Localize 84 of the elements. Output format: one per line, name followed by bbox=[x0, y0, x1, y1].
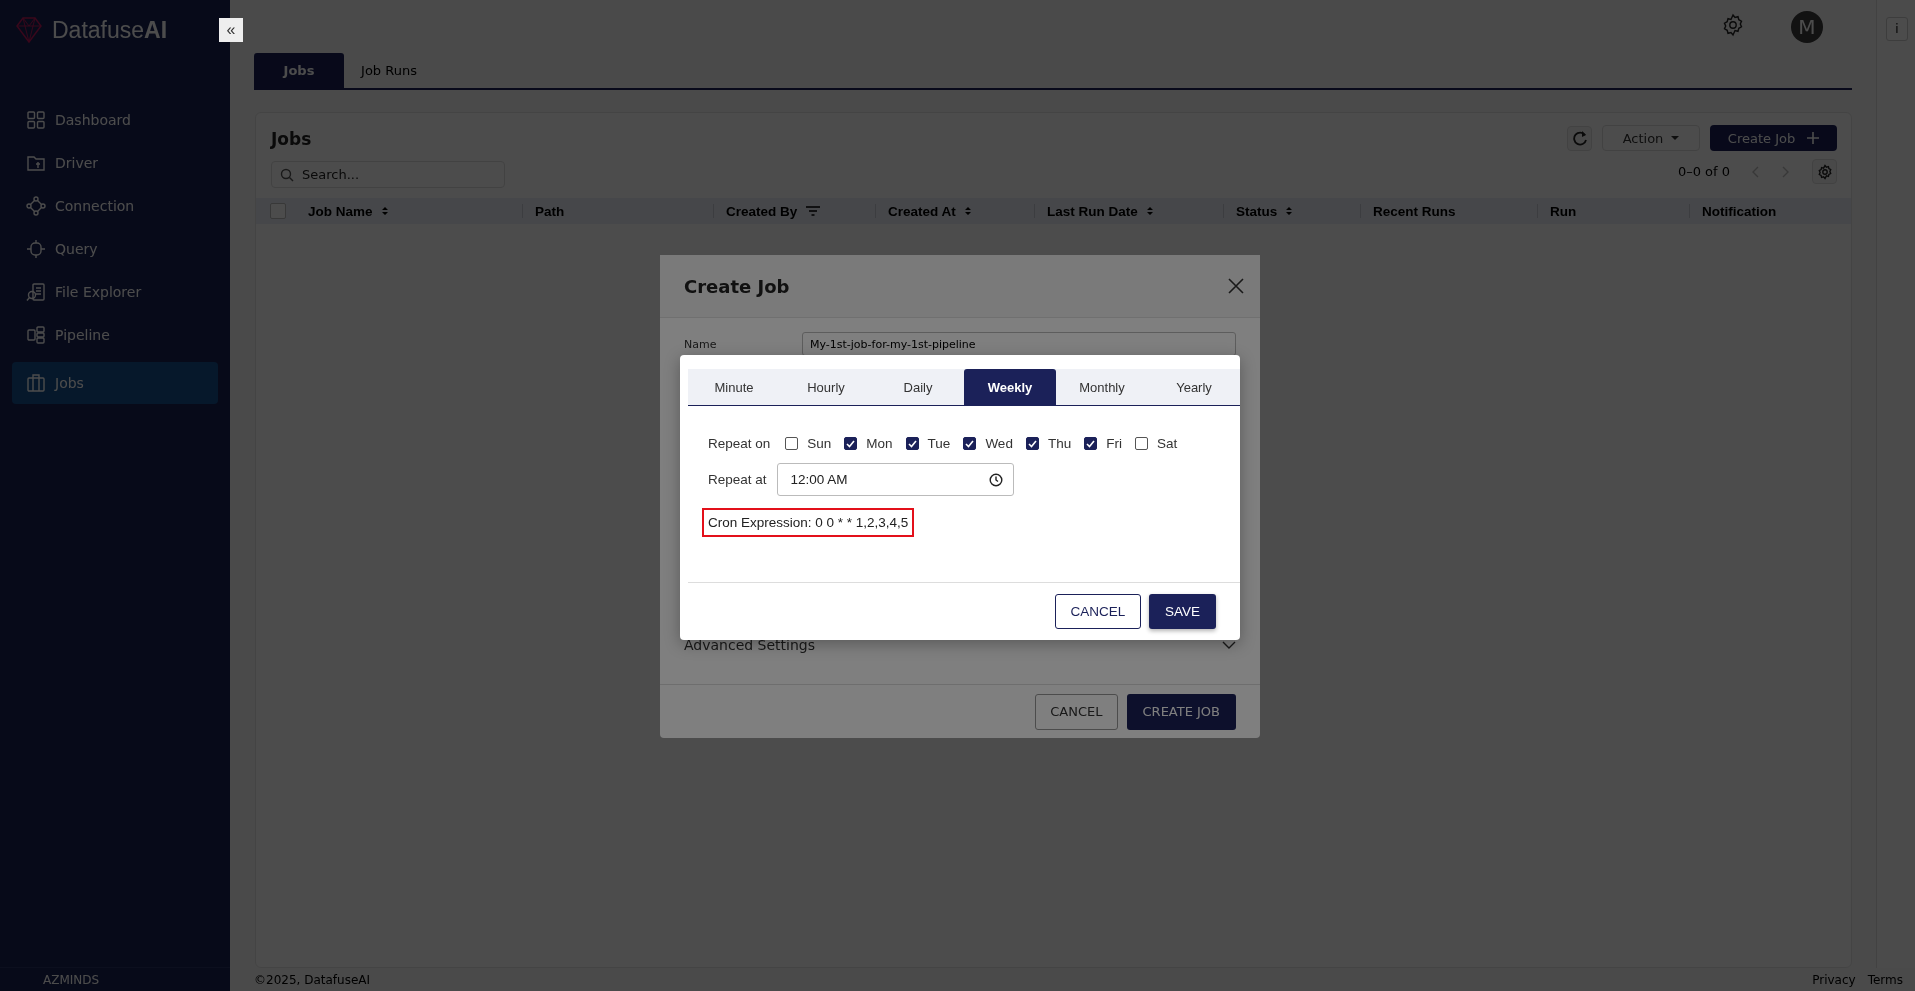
caret-icon bbox=[1671, 136, 1680, 140]
field-label: Name bbox=[684, 337, 718, 351]
action-dropdown[interactable]: Action bbox=[1602, 125, 1700, 151]
pagination-info: 0–0 of 0 bbox=[1677, 164, 1730, 179]
sidebar-item[interactable]: Query bbox=[12, 233, 218, 265]
sidebar-item[interactable]: File Explorer bbox=[12, 276, 218, 308]
column-header[interactable]: Path bbox=[535, 203, 565, 219]
column-header[interactable]: Created At bbox=[888, 203, 956, 219]
sidebar-item[interactable]: Jobs bbox=[12, 362, 218, 404]
sidebar-item[interactable]: Dashboard bbox=[12, 104, 218, 136]
tab[interactable]: Monthly bbox=[1056, 369, 1148, 405]
checkbox[interactable] bbox=[1025, 437, 1039, 450]
create-job-button[interactable]: CREATE JOB bbox=[1126, 693, 1236, 730]
blocks-icon bbox=[26, 325, 46, 345]
search-field[interactable]: Search... bbox=[271, 161, 505, 188]
column-header[interactable]: Run bbox=[1550, 203, 1577, 219]
checkbox-label: Wed bbox=[985, 436, 1013, 451]
tab[interactable]: Weekly bbox=[964, 369, 1056, 405]
checkbox-label: Sun bbox=[807, 436, 832, 451]
checkbox-label: Mon bbox=[866, 436, 893, 451]
brand-logo: DatafuseAI bbox=[52, 16, 168, 44]
chevron-down-icon bbox=[1222, 641, 1236, 649]
tab[interactable]: Jobs bbox=[254, 53, 344, 88]
section-title[interactable]: Advanced Settings bbox=[684, 637, 816, 653]
settings-icon bbox=[1816, 163, 1833, 180]
nodes-icon bbox=[26, 196, 46, 216]
checkbox[interactable] bbox=[963, 437, 977, 450]
plus-icon bbox=[1807, 132, 1820, 144]
checkbox[interactable] bbox=[1134, 437, 1148, 450]
checkbox[interactable] bbox=[1084, 437, 1098, 450]
sidebar-item[interactable]: Driver bbox=[12, 147, 218, 179]
save-button[interactable]: SAVE bbox=[1149, 594, 1216, 629]
name-field[interactable]: My-1st-job-for-my-1st-pipeline bbox=[802, 332, 1236, 356]
briefcase-icon bbox=[26, 373, 46, 393]
sort-icon bbox=[1285, 206, 1294, 216]
file-search-icon bbox=[26, 282, 46, 302]
card-title: Jobs bbox=[271, 129, 313, 149]
column-header[interactable]: Status bbox=[1236, 203, 1278, 219]
clock-icon bbox=[988, 472, 1003, 487]
filter-icon bbox=[805, 205, 822, 217]
cron-expression: Cron Expression: 0 0 * * 1,2,3,4,5 bbox=[702, 508, 915, 537]
field-label: Repeat at bbox=[708, 472, 767, 487]
column-header[interactable]: Notification bbox=[1702, 203, 1777, 219]
footer-link[interactable]: Terms bbox=[1867, 972, 1903, 987]
settings-icon bbox=[1721, 12, 1745, 37]
column-header[interactable]: Recent Runs bbox=[1373, 203, 1456, 219]
cancel-button[interactable]: CANCEL bbox=[1035, 693, 1118, 730]
tab[interactable]: Hourly bbox=[780, 369, 872, 405]
folder-icon bbox=[26, 153, 46, 173]
sort-icon bbox=[963, 206, 972, 216]
checkbox[interactable] bbox=[905, 437, 919, 450]
field-label: Repeat on bbox=[708, 436, 771, 451]
checkbox-label: Thu bbox=[1047, 436, 1072, 451]
sort-icon bbox=[1145, 206, 1154, 216]
search-icon bbox=[280, 168, 294, 182]
checkbox-label: Fri bbox=[1106, 436, 1122, 451]
crosshair-icon bbox=[26, 239, 46, 259]
column-header[interactable]: Created By bbox=[726, 203, 798, 219]
checkbox[interactable] bbox=[785, 437, 799, 450]
company-name: AZMINDS bbox=[43, 972, 100, 987]
tab[interactable]: Yearly bbox=[1148, 369, 1240, 405]
checkbox-label: Sat bbox=[1156, 436, 1178, 451]
tab[interactable]: Minute bbox=[688, 369, 780, 405]
sidebar-item[interactable]: Connection bbox=[12, 190, 218, 222]
grid-icon bbox=[26, 110, 46, 130]
refresh-icon bbox=[1571, 130, 1588, 146]
time-field[interactable]: 12:00 AM bbox=[776, 463, 1014, 496]
close-button[interactable] bbox=[1228, 278, 1244, 294]
gem-logo-icon bbox=[14, 16, 44, 44]
sort-icon bbox=[380, 206, 389, 216]
collapse-button[interactable]: « bbox=[219, 18, 243, 42]
tab[interactable]: Daily bbox=[872, 369, 964, 405]
checkbox-label: Tue bbox=[927, 436, 951, 451]
create-job-button[interactable]: Create Job bbox=[1710, 125, 1837, 151]
checkbox[interactable] bbox=[844, 437, 858, 450]
tab[interactable]: Job Runs bbox=[344, 53, 434, 88]
dialog-title: Create Job bbox=[684, 275, 790, 297]
cancel-button[interactable]: CANCEL bbox=[1055, 594, 1141, 629]
close-icon bbox=[1228, 278, 1244, 294]
copyright-text: ©2025, DatafuseAI bbox=[254, 972, 371, 987]
footer-link[interactable]: Privacy bbox=[1812, 972, 1856, 987]
column-header[interactable]: Job Name bbox=[308, 203, 373, 219]
sidebar-item[interactable]: Pipeline bbox=[12, 319, 218, 351]
column-header[interactable]: Last Run Date bbox=[1047, 203, 1138, 219]
